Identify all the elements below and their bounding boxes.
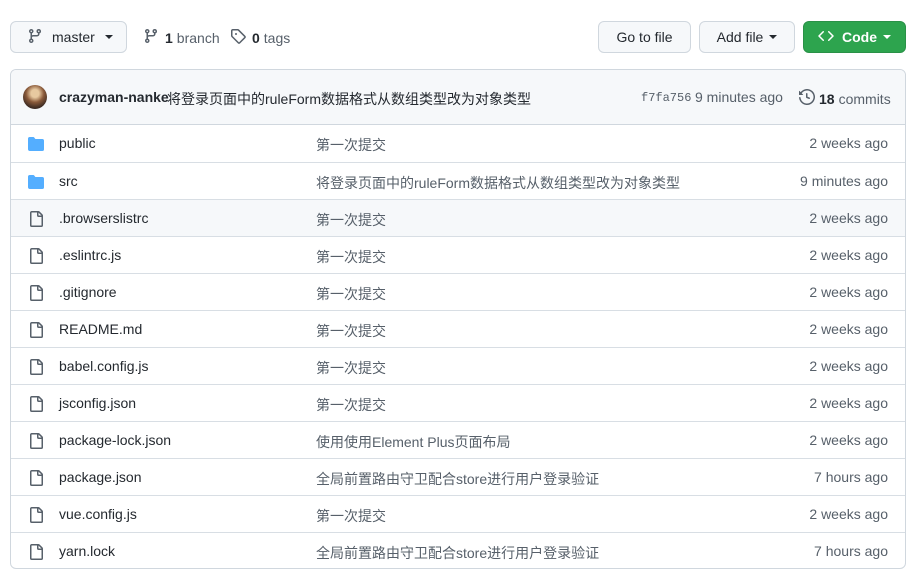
commit-sha[interactable]: f7fa756 [641, 91, 691, 105]
file-name-link[interactable]: public [59, 135, 96, 151]
file-name-link[interactable]: package-lock.json [59, 432, 171, 448]
file-commit-age: 2 weeks ago [809, 284, 888, 300]
commit-author[interactable]: crazyman-nanke [59, 89, 169, 105]
branches-count: 1 [165, 29, 173, 46]
tags-count: 0 [252, 29, 260, 46]
file-commit-message-link[interactable]: 第一次提交 [316, 247, 386, 267]
file-icon [28, 470, 44, 489]
file-row[interactable]: .eslintrc.js 第一次提交 2 weeks ago [11, 236, 905, 273]
branches-label: branch [176, 29, 220, 46]
file-row[interactable]: package-lock.json 使用使用Element Plus页面布局 2 w… [11, 421, 905, 458]
file-row[interactable]: src 将登录页面中的ruleForm数据格式从数组类型改为对象类型 9 minut… [11, 162, 905, 199]
file-browser: crazyman-nanke 将登录页面中的ruleForm数据格式从数组类型改… [10, 69, 906, 569]
file-commit-message-link[interactable]: 全局前置路由守卫配合store进行用户登录验证 [316, 469, 599, 489]
file-row[interactable]: package.json 全局前置路由守卫配合store进行用户登录验证 7 hou… [11, 458, 905, 495]
file-commit-message-link[interactable]: 第一次提交 [316, 395, 386, 415]
file-commit-message-link[interactable]: 第一次提交 [316, 284, 386, 304]
file-name-link[interactable]: .eslintrc.js [59, 247, 121, 263]
file-commit-message-link[interactable]: 第一次提交 [316, 506, 386, 526]
file-commit-message-link[interactable]: 全局前置路由守卫配合store进行用户登录验证 [316, 543, 599, 563]
caret-down-icon [769, 35, 778, 39]
file-commit-age: 2 weeks ago [809, 321, 888, 337]
file-row[interactable]: .browserslistrc 第一次提交 2 weeks ago [11, 199, 905, 236]
avatar[interactable] [23, 85, 47, 109]
file-name-link[interactable]: package.json [59, 469, 142, 485]
commits-label: commits [838, 90, 891, 107]
commits-history-link[interactable]: 18 commits [799, 88, 891, 108]
go-to-file-label: Go to file [616, 29, 673, 45]
folder-icon [28, 174, 44, 193]
file-name-link[interactable]: yarn.lock [59, 543, 115, 559]
tag-icon [230, 28, 246, 47]
tags-link[interactable]: 0 tags [230, 28, 290, 47]
file-commit-age: 7 hours ago [814, 543, 888, 559]
file-icon [28, 248, 44, 267]
file-icon [28, 544, 44, 563]
code-button[interactable]: Code [803, 21, 906, 53]
go-to-file-button[interactable]: Go to file [598, 21, 691, 53]
file-row[interactable]: jsconfig.json 第一次提交 2 weeks ago [11, 384, 905, 421]
file-commit-age: 2 weeks ago [809, 432, 888, 448]
file-commit-message-link[interactable]: 第一次提交 [316, 321, 386, 341]
branch-label: master [52, 29, 95, 45]
file-commit-message-link[interactable]: 使用使用Element Plus页面布局 [316, 432, 510, 452]
file-row[interactable]: .gitignore 第一次提交 2 weeks ago [11, 273, 905, 310]
file-commit-message-link[interactable]: 第一次提交 [316, 358, 386, 378]
file-commit-age: 2 weeks ago [809, 135, 888, 151]
latest-commit-bar: crazyman-nanke 将登录页面中的ruleForm数据格式从数组类型改… [11, 70, 905, 125]
file-name-link[interactable]: .browserslistrc [59, 210, 148, 226]
commit-time: 9 minutes ago [695, 89, 783, 105]
file-commit-age: 2 weeks ago [809, 506, 888, 522]
folder-icon [28, 136, 44, 155]
file-name-link[interactable]: babel.config.js [59, 358, 149, 374]
git-branch-icon [27, 28, 43, 47]
file-name-link[interactable]: README.md [59, 321, 142, 337]
file-row[interactable]: babel.config.js 第一次提交 2 weeks ago [11, 347, 905, 384]
file-commit-age: 2 weeks ago [809, 395, 888, 411]
commit-message[interactable]: 将登录页面中的ruleForm数据格式从数组类型改为对象类型 [167, 89, 531, 109]
tags-label: tags [263, 29, 291, 46]
branches-link[interactable]: 1 branch [143, 28, 220, 47]
file-list: public 第一次提交 2 weeks ago src 将登录页面中的ruleForm… [11, 125, 905, 568]
branch-select-button[interactable]: master [10, 21, 127, 53]
file-icon [28, 507, 44, 526]
file-name-link[interactable]: jsconfig.json [59, 395, 136, 411]
file-icon [28, 285, 44, 304]
file-row[interactable]: public 第一次提交 2 weeks ago [11, 125, 905, 162]
file-icon [28, 211, 44, 230]
git-branch-icon [143, 28, 159, 47]
history-icon [799, 88, 816, 108]
caret-down-icon [104, 35, 113, 39]
add-file-label: Add file [716, 29, 764, 45]
add-file-button[interactable]: Add file [699, 21, 795, 53]
file-icon [28, 322, 44, 341]
file-commit-message-link[interactable]: 将登录页面中的ruleForm数据格式从数组类型改为对象类型 [316, 173, 680, 193]
file-icon [28, 433, 44, 452]
file-name-link[interactable]: src [59, 173, 78, 189]
file-name-link[interactable]: vue.config.js [59, 506, 137, 522]
caret-down-icon [883, 35, 891, 39]
file-name-link[interactable]: .gitignore [59, 284, 117, 300]
file-icon [28, 396, 44, 415]
file-row[interactable]: README.md 第一次提交 2 weeks ago [11, 310, 905, 347]
file-commit-age: 2 weeks ago [809, 247, 888, 263]
file-commit-age: 2 weeks ago [809, 210, 888, 226]
file-commit-age: 2 weeks ago [809, 358, 888, 374]
code-icon [818, 28, 834, 47]
file-commit-age: 7 hours ago [814, 469, 888, 485]
file-commit-message-link[interactable]: 第一次提交 [316, 210, 386, 230]
file-commit-age: 9 minutes ago [800, 173, 888, 189]
file-row[interactable]: yarn.lock 全局前置路由守卫配合store进行用户登录验证 7 hours … [11, 532, 905, 568]
file-row[interactable]: vue.config.js 第一次提交 2 weeks ago [11, 495, 905, 532]
code-label: Code [842, 29, 877, 45]
commits-count: 18 [819, 90, 835, 107]
file-icon [28, 359, 44, 378]
file-commit-message-link[interactable]: 第一次提交 [316, 135, 386, 155]
